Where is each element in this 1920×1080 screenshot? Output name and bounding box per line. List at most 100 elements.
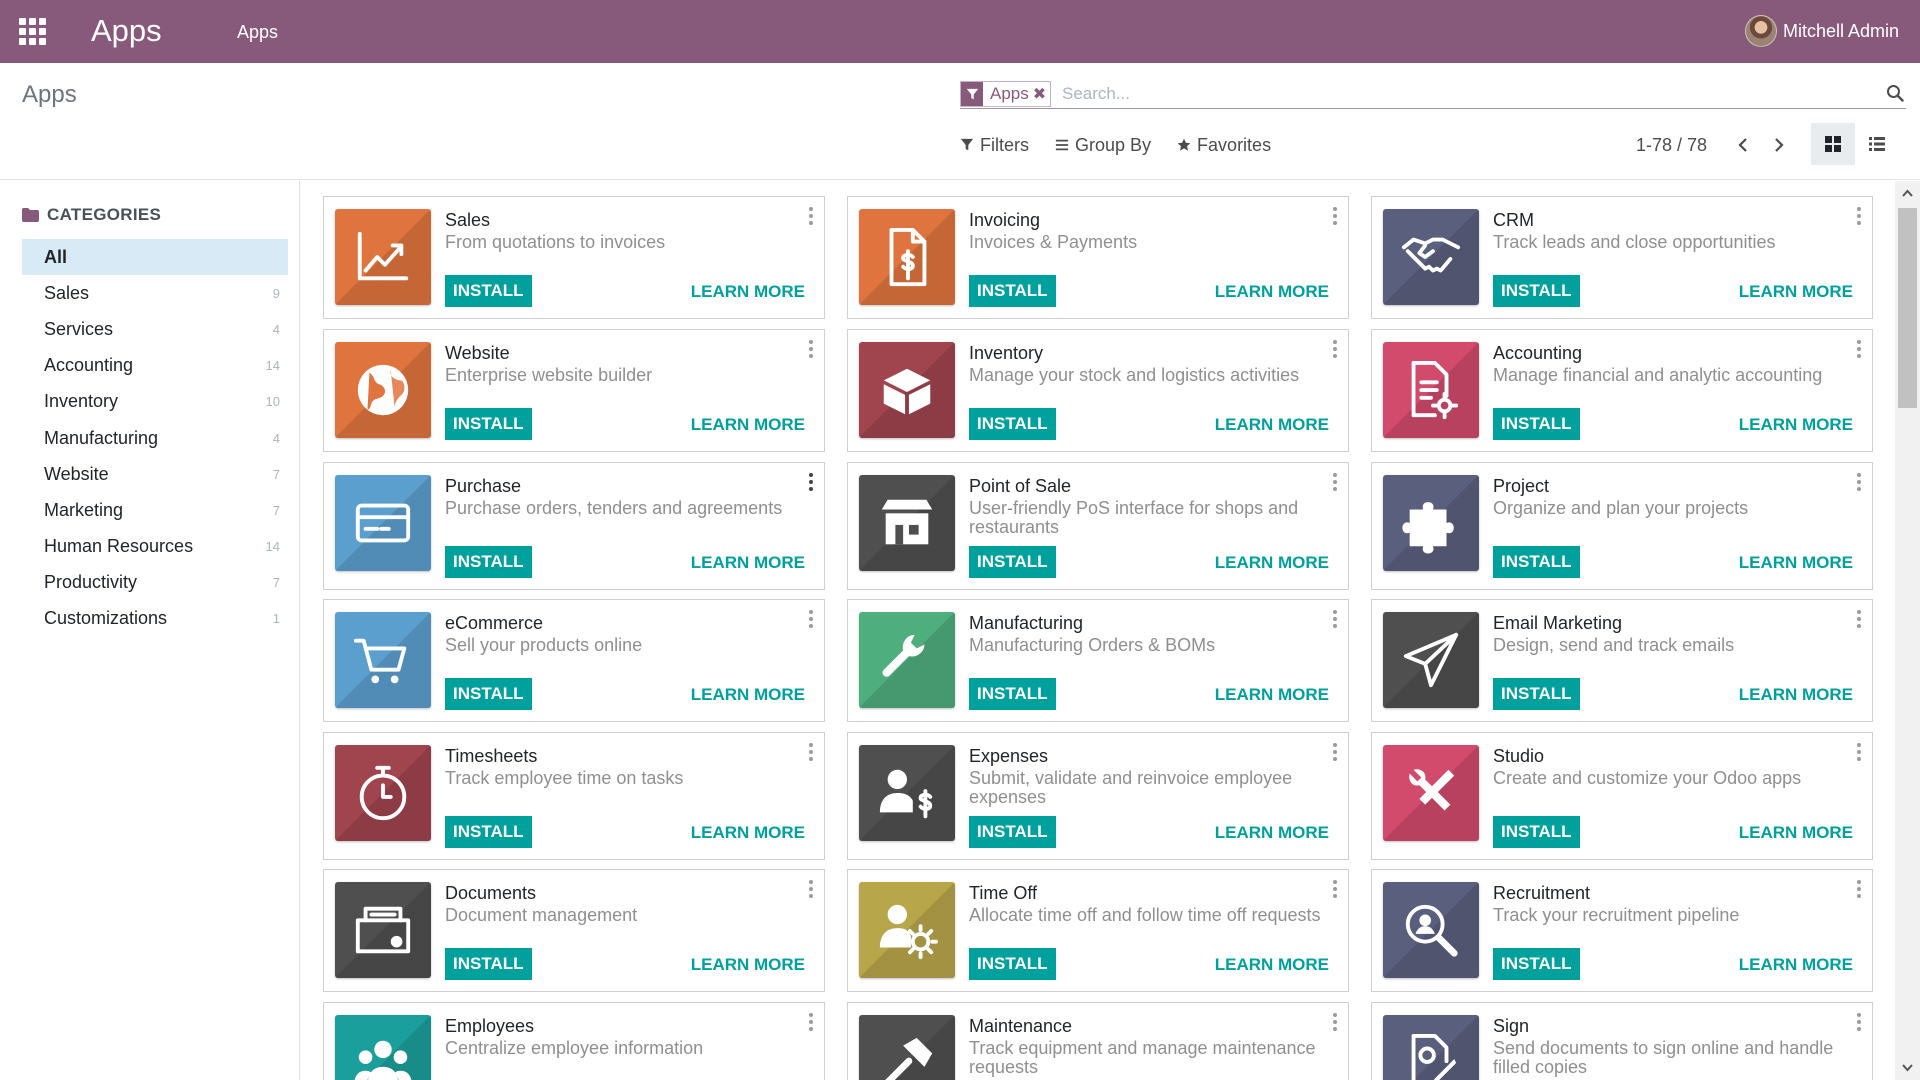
navbar-menu-apps[interactable]: Apps bbox=[237, 20, 278, 44]
install-button[interactable]: INSTALL bbox=[1493, 948, 1580, 980]
facet-remove-icon[interactable]: ✖ bbox=[1033, 84, 1050, 104]
learn-more-link[interactable]: LEARN MORE bbox=[1215, 955, 1329, 975]
learn-more-link[interactable]: LEARN MORE bbox=[1739, 553, 1853, 573]
app-summary: Design, send and track emails bbox=[1493, 635, 1735, 655]
learn-more-link[interactable]: LEARN MORE bbox=[1739, 282, 1853, 302]
app-summary: Manufacturing Orders & BOMs bbox=[969, 635, 1216, 655]
learn-more-link[interactable]: LEARN MORE bbox=[691, 415, 805, 435]
sidebar-item-productivity[interactable]: Productivity 7 bbox=[22, 565, 288, 601]
scrollbar-thumb[interactable] bbox=[1898, 208, 1917, 408]
search-input[interactable] bbox=[1062, 81, 1822, 107]
card-options-kebab-icon[interactable] bbox=[808, 340, 814, 358]
install-button[interactable]: INSTALL bbox=[969, 546, 1056, 578]
card-options-kebab-icon[interactable] bbox=[1856, 880, 1862, 898]
sidebar-item-customizations[interactable]: Customizations 1 bbox=[22, 601, 288, 637]
install-button[interactable]: INSTALL bbox=[969, 408, 1056, 440]
learn-more-link[interactable]: LEARN MORE bbox=[1215, 415, 1329, 435]
install-button[interactable]: INSTALL bbox=[445, 546, 532, 578]
categories-list: All Sales 9 Services 4 Accounting 14 Inventory 1… bbox=[22, 239, 288, 637]
card-options-kebab-icon[interactable] bbox=[1332, 473, 1338, 491]
app-switcher-grid-icon[interactable] bbox=[19, 18, 47, 45]
learn-more-link[interactable]: LEARN MORE bbox=[1739, 823, 1853, 843]
install-button[interactable]: INSTALL bbox=[1493, 408, 1580, 440]
learn-more-link[interactable]: LEARN MORE bbox=[1739, 415, 1853, 435]
install-button[interactable]: INSTALL bbox=[445, 408, 532, 440]
card-options-kebab-icon[interactable] bbox=[1856, 610, 1862, 628]
learn-more-link[interactable]: LEARN MORE bbox=[1215, 685, 1329, 705]
learn-more-link[interactable]: LEARN MORE bbox=[1215, 823, 1329, 843]
sidebar-item-services[interactable]: Services 4 bbox=[22, 311, 288, 347]
card-options-kebab-icon[interactable] bbox=[1332, 340, 1338, 358]
learn-more-link[interactable]: LEARN MORE bbox=[1215, 553, 1329, 573]
app-card-recruitment: Recruitment Track your recruitment pipeli… bbox=[1371, 869, 1873, 992]
install-button[interactable]: INSTALL bbox=[445, 816, 532, 848]
learn-more-link[interactable]: LEARN MORE bbox=[691, 685, 805, 705]
install-button[interactable]: INSTALL bbox=[969, 678, 1056, 710]
install-button[interactable]: INSTALL bbox=[1493, 678, 1580, 710]
app-name: Email Marketing bbox=[1493, 613, 1623, 633]
app-icon bbox=[335, 612, 431, 708]
learn-more-link[interactable]: LEARN MORE bbox=[1739, 685, 1853, 705]
sidebar-item-website[interactable]: Website 7 bbox=[22, 456, 288, 492]
learn-more-link[interactable]: LEARN MORE bbox=[691, 553, 805, 573]
install-button[interactable]: INSTALL bbox=[1493, 275, 1580, 307]
card-options-kebab-icon[interactable] bbox=[808, 1013, 814, 1031]
app-icon bbox=[859, 612, 955, 708]
card-options-kebab-icon[interactable] bbox=[1856, 207, 1862, 225]
sidebar-item-all[interactable]: All bbox=[22, 239, 288, 276]
category-count: 7 bbox=[272, 575, 280, 591]
card-options-kebab-icon[interactable] bbox=[1332, 880, 1338, 898]
learn-more-link[interactable]: LEARN MORE bbox=[1215, 282, 1329, 302]
sidebar-item-manufacturing[interactable]: Manufacturing 4 bbox=[22, 420, 288, 456]
scroll-down-arrow-icon[interactable] bbox=[1901, 1061, 1914, 1074]
favorites-button[interactable]: Favorites bbox=[1177, 135, 1271, 156]
install-button[interactable]: INSTALL bbox=[1493, 816, 1580, 848]
scroll-up-arrow-icon[interactable] bbox=[1901, 187, 1914, 200]
card-options-kebab-icon[interactable] bbox=[808, 743, 814, 761]
card-options-kebab-icon[interactable] bbox=[1856, 473, 1862, 491]
card-options-kebab-icon[interactable] bbox=[1856, 1013, 1862, 1031]
card-options-kebab-icon[interactable] bbox=[808, 880, 814, 898]
learn-more-link[interactable]: LEARN MORE bbox=[691, 955, 805, 975]
card-options-kebab-icon[interactable] bbox=[1856, 340, 1862, 358]
learn-more-link[interactable]: LEARN MORE bbox=[691, 282, 805, 302]
app-summary: Manage financial and analytic accounting bbox=[1493, 365, 1823, 385]
install-button[interactable]: INSTALL bbox=[445, 275, 532, 307]
filters-button[interactable]: Filters bbox=[960, 135, 1029, 156]
sidebar-item-human-resources[interactable]: Human Resources 14 bbox=[22, 529, 288, 565]
vertical-scrollbar[interactable] bbox=[1895, 181, 1920, 1080]
user-menu[interactable]: Mitchell Admin bbox=[1744, 13, 1899, 49]
search-icon[interactable] bbox=[1886, 84, 1904, 102]
pager-next-button[interactable] bbox=[1769, 133, 1789, 157]
install-button[interactable]: INSTALL bbox=[445, 678, 532, 710]
pager-value[interactable]: 1-78 / 78 bbox=[1636, 135, 1707, 156]
card-options-kebab-icon[interactable] bbox=[808, 610, 814, 628]
pager-previous-button[interactable] bbox=[1733, 133, 1753, 157]
trend-chart-icon bbox=[357, 231, 409, 281]
control-panel: Apps Apps ✖ Filters Group By Favorites 1… bbox=[0, 63, 1920, 180]
sidebar-item-inventory[interactable]: Inventory 10 bbox=[22, 384, 288, 420]
install-button[interactable]: INSTALL bbox=[969, 948, 1056, 980]
card-options-kebab-icon[interactable] bbox=[1332, 743, 1338, 761]
group-by-button[interactable]: Group By bbox=[1055, 135, 1151, 156]
card-options-kebab-icon[interactable] bbox=[1856, 743, 1862, 761]
card-options-kebab-icon[interactable] bbox=[808, 473, 814, 491]
sidebar-item-sales[interactable]: Sales 9 bbox=[22, 275, 288, 311]
kanban-view-button[interactable] bbox=[1811, 123, 1855, 165]
list-view-button[interactable] bbox=[1855, 123, 1899, 165]
install-button[interactable]: INSTALL bbox=[969, 275, 1056, 307]
install-button[interactable]: INSTALL bbox=[969, 816, 1056, 848]
learn-more-link[interactable]: LEARN MORE bbox=[691, 823, 805, 843]
learn-more-link[interactable]: LEARN MORE bbox=[1739, 955, 1853, 975]
install-button[interactable]: INSTALL bbox=[1493, 546, 1580, 578]
card-options-kebab-icon[interactable] bbox=[1332, 207, 1338, 225]
card-options-kebab-icon[interactable] bbox=[1332, 610, 1338, 628]
sidebar-item-marketing[interactable]: Marketing 7 bbox=[22, 492, 288, 528]
card-options-kebab-icon[interactable] bbox=[1332, 1013, 1338, 1031]
install-button[interactable]: INSTALL bbox=[445, 948, 532, 980]
sidebar-item-accounting[interactable]: Accounting 14 bbox=[22, 348, 288, 384]
users-group-icon bbox=[354, 1040, 412, 1080]
app-name: Inventory bbox=[969, 343, 1044, 363]
app-summary: Manage your stock and logistics activiti… bbox=[969, 365, 1300, 385]
card-options-kebab-icon[interactable] bbox=[808, 207, 814, 225]
